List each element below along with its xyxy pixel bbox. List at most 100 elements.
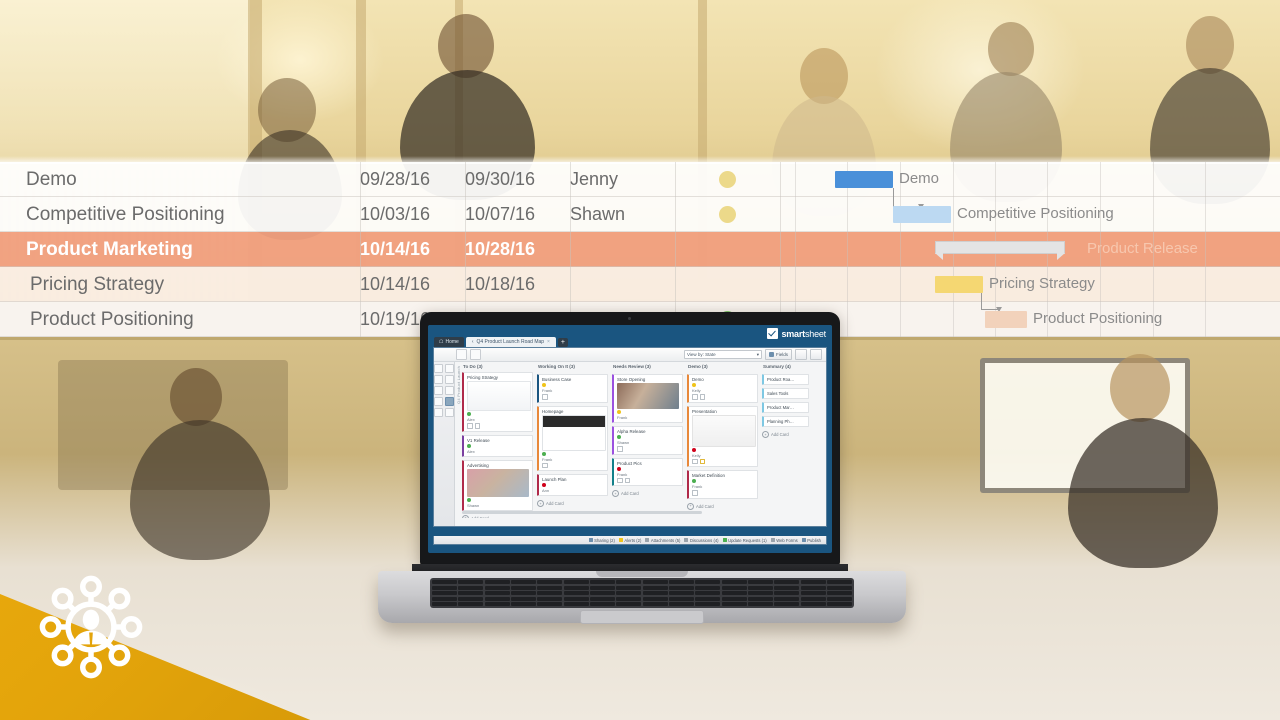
add-card-button[interactable]: + Add Card bbox=[462, 514, 533, 518]
gantt-task-name: Product Positioning bbox=[30, 308, 194, 330]
fullscreen-button[interactable] bbox=[810, 349, 822, 360]
horizontal-scrollbar[interactable] bbox=[462, 511, 702, 514]
add-card-button[interactable]: + Add Card bbox=[612, 490, 683, 497]
add-card-button[interactable]: + Add Card bbox=[687, 502, 758, 510]
attachment-icon bbox=[617, 477, 623, 483]
card-business-case[interactable]: Business Case Frank bbox=[537, 374, 608, 403]
view-by-select[interactable]: View by: State ▾ bbox=[683, 350, 762, 359]
rail-row bbox=[434, 397, 454, 406]
add-card-button[interactable]: + Add Card bbox=[537, 500, 608, 507]
card-assignee: Alex bbox=[467, 417, 475, 422]
card-launch-plan[interactable]: Launch Plan Ann bbox=[537, 474, 608, 496]
board-column-demo: Demo (3) Demo Kelly Presentation Kelly M… bbox=[687, 364, 758, 518]
add-card-label: Add Card bbox=[771, 432, 789, 437]
laptop-lid: ☖ Home ‹ Q4 Product Launch Road Map × + bbox=[420, 312, 840, 566]
attachment-icon bbox=[467, 423, 473, 429]
tab-sheet-label: Q4 Product Launch Road Map bbox=[476, 339, 545, 345]
app-header: ☖ Home ‹ Q4 Product Launch Road Map × + bbox=[428, 325, 832, 347]
card-alpha-release[interactable]: Alpha Release Shawn bbox=[612, 426, 683, 455]
card-product-roadmap[interactable]: Product Roa… bbox=[762, 374, 809, 385]
person-silhouette-head bbox=[170, 368, 222, 426]
tab-home[interactable]: ☖ Home bbox=[434, 337, 464, 347]
gantt-finish-date: 10/07/16 bbox=[465, 204, 536, 224]
card-planning-phase[interactable]: Planning Ph… bbox=[762, 416, 809, 427]
tab-sheet-document[interactable]: ‹ Q4 Product Launch Road Map × bbox=[465, 337, 556, 347]
gantt-bar-label: Pricing Strategy bbox=[989, 275, 1095, 292]
status-web-forms[interactable]: Web Forms bbox=[770, 538, 798, 543]
card-pricing-strategy[interactable]: Pricing Strategy Alex bbox=[462, 372, 533, 432]
close-icon[interactable]: × bbox=[547, 339, 550, 345]
card-v1-release[interactable]: V1 Release Alex bbox=[462, 434, 533, 457]
card-product-pics[interactable]: Product Pics Frank bbox=[612, 457, 683, 486]
gantt-start-date: 09/28/16 bbox=[360, 169, 431, 189]
gantt-start-date: 10/14/16 bbox=[360, 274, 431, 294]
gantt-bar-pricing-strategy[interactable] bbox=[935, 276, 983, 293]
card-assignee: Shawn bbox=[617, 440, 630, 445]
gantt-status-cell bbox=[675, 171, 780, 188]
gantt-chart-overlay: Demo 09/28/16 09/30/16 Jenny Competitive… bbox=[0, 156, 1280, 337]
undo-button[interactable] bbox=[456, 349, 467, 360]
card-presentation[interactable]: Presentation Kelly bbox=[687, 405, 758, 467]
column-divider bbox=[570, 162, 571, 337]
card-title: Homepage bbox=[542, 408, 564, 414]
column-divider bbox=[465, 162, 466, 337]
status-dot-icon bbox=[692, 383, 696, 387]
status-update-requests[interactable]: Update Requests (1) bbox=[722, 538, 767, 543]
filter-button[interactable] bbox=[434, 386, 443, 395]
status-publish[interactable]: Publish bbox=[801, 537, 821, 543]
status-sharing[interactable]: Sharing (2) bbox=[588, 538, 615, 543]
view-option-button[interactable] bbox=[795, 349, 807, 360]
card-footer bbox=[542, 462, 604, 468]
grid-view-button[interactable] bbox=[434, 364, 443, 373]
status-label: Publish bbox=[807, 537, 821, 543]
status-attachments[interactable]: Attachments (5) bbox=[645, 538, 680, 543]
person-silhouette-head bbox=[988, 22, 1034, 76]
gantt-view-button[interactable] bbox=[445, 364, 454, 373]
card-title: Pricing Strategy bbox=[467, 375, 498, 380]
status-dot-icon bbox=[542, 451, 546, 456]
card-product-marketing[interactable]: Product Mar… bbox=[762, 402, 809, 413]
publish-icon bbox=[801, 538, 806, 542]
webcam-icon bbox=[628, 317, 631, 320]
calendar-view-button[interactable] bbox=[434, 375, 443, 384]
gantt-bar-competitive-positioning[interactable] bbox=[893, 206, 951, 223]
active-view-button[interactable] bbox=[445, 397, 454, 406]
sheet-workspace: View by: State ▾ Fields Q4 Product Launc… bbox=[433, 347, 827, 527]
card-market-definition[interactable]: Market Definition Frank bbox=[687, 470, 758, 499]
status-discussions[interactable]: Discussions (4) bbox=[684, 538, 719, 543]
settings-button[interactable] bbox=[434, 408, 443, 417]
smartsheet-app: ☖ Home ‹ Q4 Product Launch Road Map × + bbox=[428, 325, 832, 553]
rail-row bbox=[434, 364, 454, 373]
add-card-button[interactable]: + Add Card bbox=[762, 431, 809, 438]
card-advertising[interactable]: Advertising Shawn bbox=[462, 459, 533, 511]
add-tab-button[interactable]: + bbox=[557, 338, 568, 347]
sort-button[interactable] bbox=[445, 386, 454, 395]
gantt-bar-label: Demo bbox=[899, 170, 940, 187]
kanban-board: To Do (3) Pricing Strategy Alex V1 Relea… bbox=[462, 364, 824, 518]
row-tools-button[interactable] bbox=[434, 397, 443, 406]
gantt-bar-product-positioning[interactable] bbox=[985, 311, 1027, 328]
card-footer bbox=[542, 394, 604, 400]
column-header: Working On It (3) bbox=[538, 364, 575, 369]
status-alerts[interactable]: Alerts (2) bbox=[618, 538, 641, 543]
status-dot-icon bbox=[719, 171, 736, 188]
help-button[interactable] bbox=[445, 408, 454, 417]
card-view-button[interactable] bbox=[445, 375, 454, 384]
card-sales-tools[interactable]: Sales Tools bbox=[762, 388, 809, 399]
plus-icon: + bbox=[612, 490, 619, 497]
redo-button[interactable] bbox=[470, 349, 481, 360]
card-homepage[interactable]: Homepage Frank bbox=[537, 405, 608, 471]
column-header: To Do (3) bbox=[463, 364, 483, 369]
column-header: Needs Review (3) bbox=[613, 364, 651, 369]
home-icon: ☖ bbox=[439, 339, 444, 345]
fields-button[interactable]: Fields bbox=[764, 349, 792, 360]
card-demo[interactable]: Demo Kelly bbox=[687, 374, 758, 403]
screenshot-stage: Demo 09/28/16 09/30/16 Jenny Competitive… bbox=[0, 0, 1280, 720]
gantt-summary-bar-product-release[interactable] bbox=[935, 241, 1065, 260]
gantt-bar-demo[interactable] bbox=[835, 171, 893, 188]
card-store-opening[interactable]: Store Opening Frank bbox=[612, 374, 683, 423]
smartsheet-logo: smartsheet bbox=[767, 328, 826, 339]
person-silhouette-head bbox=[438, 14, 494, 78]
toolbar-right-group: View by: State ▾ Fields bbox=[683, 349, 822, 360]
network-people-hub-icon bbox=[39, 575, 143, 679]
